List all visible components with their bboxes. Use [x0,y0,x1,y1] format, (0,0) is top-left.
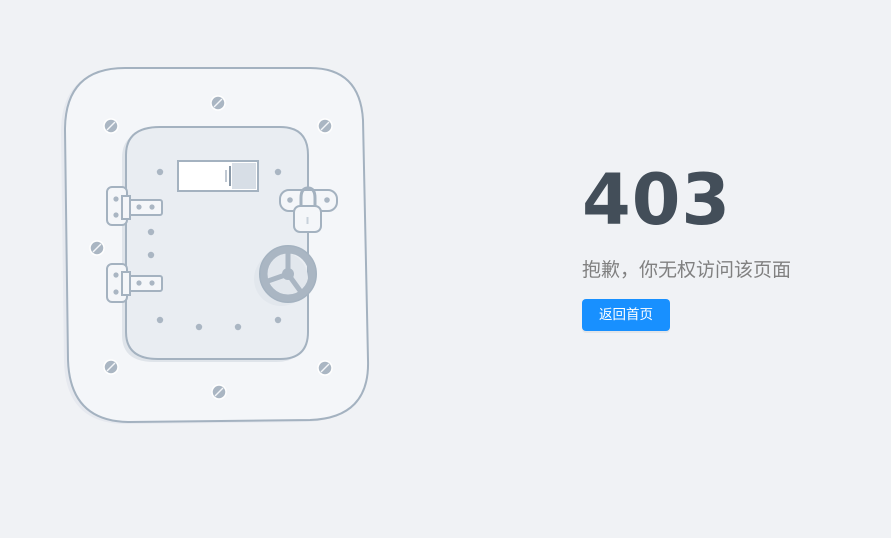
locked-safe-door-icon [60,60,380,430]
error-code-title: 403 [582,159,732,241]
back-home-button[interactable]: 返回首页 [582,299,670,331]
error-content: 403 抱歉，你无权访问该页面 返回首页 [582,158,882,331]
error-description: 抱歉，你无权访问该页面 [582,259,792,281]
